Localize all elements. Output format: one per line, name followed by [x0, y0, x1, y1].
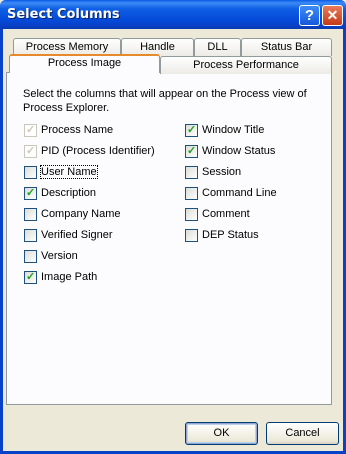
- check-mark-icon: ✓: [26, 123, 36, 136]
- comment-label: Comment: [202, 208, 250, 220]
- checkbox-row-process-name: ✓ Process Name: [24, 123, 113, 137]
- process-name-checkbox: ✓: [24, 123, 37, 137]
- ok-button[interactable]: OK: [185, 422, 258, 445]
- window-title: Select Columns: [7, 7, 120, 22]
- check-mark-icon: ✓: [187, 123, 197, 136]
- window-status-label: Window Status: [202, 145, 276, 157]
- company-name-label: Company Name: [41, 208, 121, 220]
- checkbox-row-company-name[interactable]: Company Name: [24, 207, 120, 221]
- checkbox-row-window-status[interactable]: ✓ Window Status: [185, 144, 275, 158]
- check-mark-icon: ✓: [187, 144, 197, 157]
- process-name-label: Process Name: [41, 124, 114, 136]
- comment-checkbox[interactable]: [185, 207, 198, 221]
- checkbox-row-description[interactable]: ✓ Description: [24, 186, 96, 200]
- checkbox-row-image-path[interactable]: ✓ Image Path: [24, 270, 97, 284]
- close-button[interactable]: ✕: [322, 5, 343, 26]
- check-mark-icon: ✓: [26, 144, 36, 157]
- checkbox-row-pid-process-identifier: ✓ PID (Process Identifier): [24, 144, 155, 158]
- user-name-checkbox[interactable]: [24, 165, 37, 179]
- check-mark-icon: ✓: [26, 186, 36, 199]
- window-status-checkbox[interactable]: ✓: [185, 144, 198, 158]
- checkbox-row-verified-signer[interactable]: Verified Signer: [24, 228, 113, 242]
- instructions-text: Select the columns that will appear on t…: [23, 88, 307, 114]
- image-path-label: Image Path: [41, 271, 98, 283]
- verified-signer-checkbox[interactable]: [24, 228, 37, 242]
- tab-process-image[interactable]: Process Image: [9, 54, 160, 73]
- version-checkbox[interactable]: [24, 249, 37, 263]
- dep-status-label: DEP Status: [202, 229, 259, 241]
- version-label: Version: [41, 250, 78, 262]
- pid-process-identifier-checkbox: ✓: [24, 144, 37, 158]
- description-checkbox[interactable]: ✓: [24, 186, 37, 200]
- window-title-checkbox[interactable]: ✓: [185, 123, 198, 137]
- cancel-button[interactable]: Cancel: [266, 422, 339, 445]
- checkbox-row-version[interactable]: Version: [24, 249, 78, 263]
- command-line-label: Command Line: [202, 187, 277, 199]
- title-bar[interactable]: Select Columns ? ✕: [0, 0, 346, 29]
- checkbox-row-comment[interactable]: Comment: [185, 207, 250, 221]
- verified-signer-label: Verified Signer: [41, 229, 113, 241]
- check-mark-icon: ✓: [26, 270, 36, 283]
- image-path-checkbox[interactable]: ✓: [24, 270, 37, 284]
- checkbox-row-user-name[interactable]: User Name: [24, 165, 98, 179]
- session-label: Session: [202, 166, 242, 178]
- help-button[interactable]: ?: [299, 5, 320, 26]
- checkbox-row-dep-status[interactable]: DEP Status: [185, 228, 259, 242]
- session-checkbox[interactable]: [185, 165, 198, 179]
- tab-status-bar[interactable]: Status Bar: [241, 38, 332, 56]
- description-label: Description: [41, 187, 97, 199]
- company-name-checkbox[interactable]: [24, 207, 37, 221]
- window-title-label: Window Title: [202, 124, 265, 136]
- tab-dll[interactable]: DLL: [194, 38, 241, 56]
- tab-process-performance[interactable]: Process Performance: [160, 56, 332, 74]
- checkbox-row-window-title[interactable]: ✓ Window Title: [185, 123, 264, 137]
- checkbox-row-session[interactable]: Session: [185, 165, 241, 179]
- user-name-label: User Name: [40, 165, 98, 179]
- checkbox-row-command-line[interactable]: Command Line: [185, 186, 277, 200]
- dep-status-checkbox[interactable]: [185, 228, 198, 242]
- pid-process-identifier-label: PID (Process Identifier): [41, 145, 155, 157]
- command-line-checkbox[interactable]: [185, 186, 198, 200]
